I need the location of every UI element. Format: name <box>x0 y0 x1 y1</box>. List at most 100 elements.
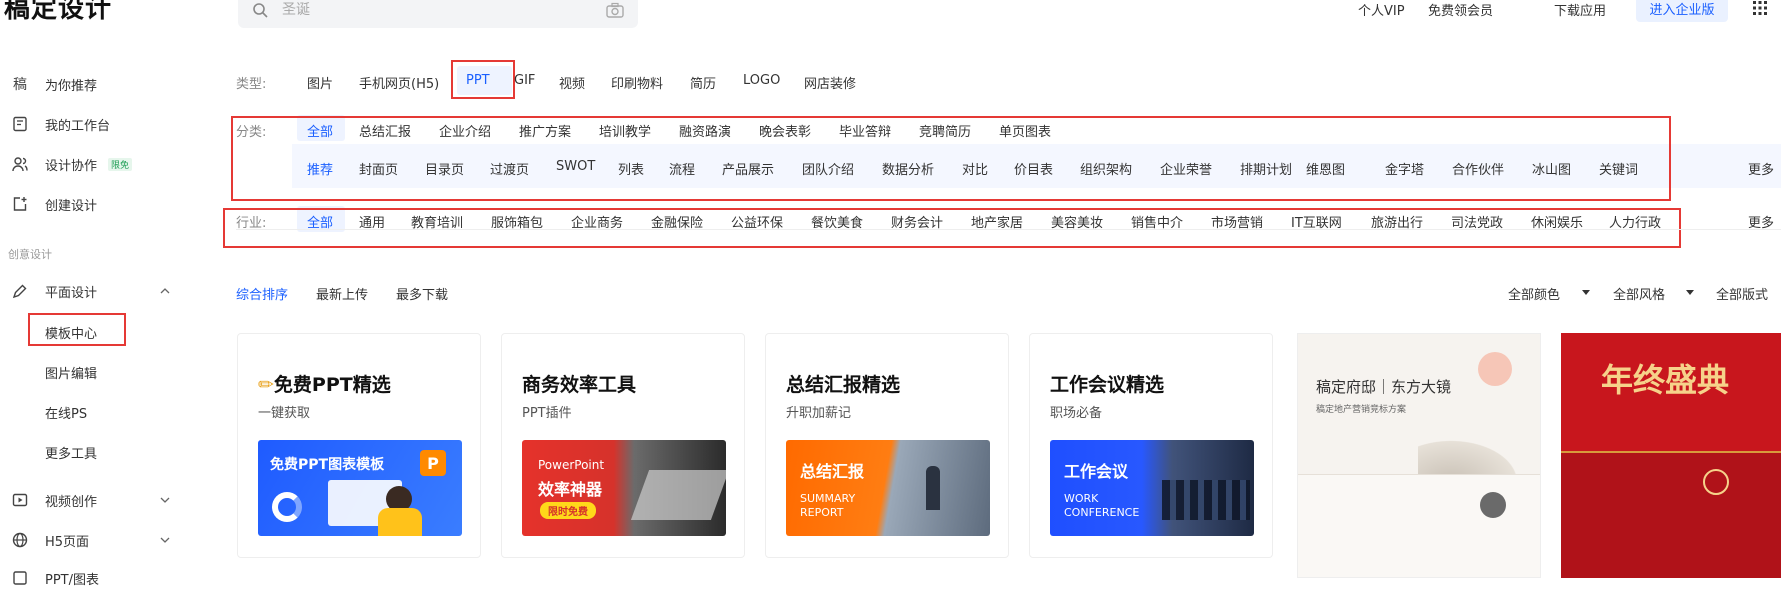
sidebar-item-workspace[interactable]: 我的工作台 <box>0 109 185 139</box>
chevron-down-icon[interactable] <box>160 535 170 545</box>
caret-down-icon <box>1582 290 1590 295</box>
category-chip[interactable]: 培训教学 <box>599 121 651 140</box>
subcategory-chip[interactable]: 封面页 <box>359 159 398 178</box>
slide-preview <box>1561 451 1781 578</box>
ppt-badge-icon: P <box>420 450 446 476</box>
apps-grid-icon[interactable] <box>1752 0 1768 16</box>
promo-card-free-ppt[interactable]: ✏免费PPT精选 一键获取 免费PPT图表模板 P <box>237 333 481 558</box>
subcategory-chip[interactable]: 价目表 <box>1014 159 1053 178</box>
free-member-link[interactable]: 免费领会员 <box>1428 0 1493 19</box>
sidebar-sub-template-center[interactable]: 模板中心 <box>45 323 97 342</box>
category-chip[interactable]: 毕业答辩 <box>839 121 891 140</box>
category-label: 分类: <box>236 125 267 140</box>
banner-text: REPORT <box>800 506 844 519</box>
donut-chart-icon <box>272 492 302 522</box>
type-chip[interactable]: 视频 <box>559 73 585 92</box>
subcategory-chip[interactable]: 过渡页 <box>490 159 529 178</box>
promo-card-summary[interactable]: 总结汇报精选 升职加薪记 总结汇报 SUMMARY REPORT <box>765 333 1009 558</box>
chevron-up-icon[interactable] <box>160 286 170 296</box>
sidebar-item-label: 设计协作 <box>45 158 98 174</box>
logo[interactable]: 稿定设计 <box>4 0 112 25</box>
sidebar-item-collab[interactable]: 设计协作 限免 <box>0 149 185 179</box>
vip-link[interactable]: 个人VIP <box>1358 0 1405 19</box>
search-input[interactable] <box>282 0 582 20</box>
category-chip[interactable]: 推广方案 <box>519 121 571 140</box>
chevron-down-icon[interactable] <box>160 495 170 505</box>
style-dropdown[interactable]: 全部风格 <box>1613 284 1665 303</box>
card-banner: 免费PPT图表模板 P <box>258 440 462 536</box>
sidebar-item-create[interactable]: 创建设计 <box>0 189 185 219</box>
subcategory-chip[interactable]: 组织架构 <box>1080 159 1132 178</box>
caret-down-icon <box>1686 290 1694 295</box>
promo-card-meeting[interactable]: 工作会议精选 职场必备 工作会议 WORK CONFERENCE <box>1029 333 1273 558</box>
sidebar-sub-image-edit[interactable]: 图片编辑 <box>45 363 97 382</box>
subcategory-chip[interactable]: 维恩图 <box>1306 159 1345 178</box>
sidebar-item-ppt[interactable]: PPT/图表 <box>0 563 185 593</box>
promo-card-business-tools[interactable]: 商务效率工具 PPT插件 PowerPoint 效率神器 限时免费 <box>501 333 745 558</box>
download-app-link[interactable]: 下载应用 <box>1554 0 1606 19</box>
type-chip[interactable]: 图片 <box>307 73 333 92</box>
sidebar-item-recommend[interactable]: 稿 为你推荐 <box>0 69 185 99</box>
workspace-icon <box>13 116 27 132</box>
type-chip-active[interactable]: PPT <box>466 73 490 88</box>
sidebar-item-label: 为你推荐 <box>45 78 98 94</box>
card-subtitle: PPT插件 <box>522 406 572 421</box>
subcategory-chip[interactable]: 团队介绍 <box>802 159 854 178</box>
category-chip[interactable]: 竞聘简历 <box>919 121 971 140</box>
free-badge: 限免 <box>108 157 133 171</box>
search-box[interactable] <box>238 0 638 28</box>
category-chip[interactable]: 企业介绍 <box>439 121 491 140</box>
template-thumb-oriental[interactable]: 稿定府邸｜东方大镜 稿定地产营销竞标方案 <box>1297 333 1541 578</box>
sidebar-item-label: 创建设计 <box>45 198 98 214</box>
type-label: 类型: <box>236 77 267 92</box>
video-icon <box>12 493 28 507</box>
globe-icon <box>12 532 28 548</box>
category-chip[interactable]: 总结汇报 <box>359 121 411 140</box>
type-chip[interactable]: 印刷物料 <box>611 73 663 92</box>
enterprise-button[interactable]: 进入企业版 <box>1636 0 1728 22</box>
sidebar-item-label: 平面设计 <box>45 285 98 301</box>
type-chip[interactable]: 网店装修 <box>804 73 856 92</box>
category-chip-active[interactable]: 全部 <box>307 121 333 140</box>
type-chip[interactable]: 简历 <box>690 73 716 92</box>
sort-most-downloaded[interactable]: 最多下载 <box>396 284 448 303</box>
subcategory-chip[interactable]: 冰山图 <box>1532 159 1571 178</box>
category-chip[interactable]: 融资路演 <box>679 121 731 140</box>
sun-graphic <box>1478 352 1512 386</box>
subcategory-chip[interactable]: 关键词 <box>1599 159 1638 178</box>
subcategory-chip[interactable]: 列表 <box>618 159 644 178</box>
subcategory-chip-active[interactable]: 推荐 <box>307 159 333 178</box>
sort-comprehensive[interactable]: 综合排序 <box>236 284 288 303</box>
pencil-icon: ✏ <box>258 374 274 396</box>
camera-icon[interactable] <box>606 2 624 18</box>
category-more-link[interactable]: 更多 <box>1748 159 1774 178</box>
type-chip[interactable]: LOGO <box>743 73 780 88</box>
sidebar-item-h5[interactable]: H5页面 <box>0 525 185 555</box>
subcategory-chip[interactable]: 排期计划 <box>1240 159 1292 178</box>
subcategory-chip[interactable]: 企业荣誉 <box>1160 159 1212 178</box>
subcategory-chip[interactable]: 对比 <box>962 159 988 178</box>
emblem-graphic <box>1480 492 1506 518</box>
subcategory-chip[interactable]: SWOT <box>556 159 595 174</box>
layout-dropdown[interactable]: 全部版式 <box>1716 284 1768 303</box>
sidebar-sub-more-tools[interactable]: 更多工具 <box>45 443 97 462</box>
subcategory-chip[interactable]: 合作伙伴 <box>1452 159 1504 178</box>
subcategory-chip[interactable]: 流程 <box>669 159 695 178</box>
subcategory-chip[interactable]: 数据分析 <box>882 159 934 178</box>
color-dropdown[interactable]: 全部颜色 <box>1508 284 1560 303</box>
category-chip[interactable]: 晚会表彰 <box>759 121 811 140</box>
sort-newest[interactable]: 最新上传 <box>316 284 368 303</box>
sidebar-item-graphic[interactable]: 平面设计 <box>0 276 185 306</box>
sidebar-item-video[interactable]: 视频创作 <box>0 485 185 515</box>
subcategory-chip[interactable]: 目录页 <box>425 159 464 178</box>
sidebar-item-label: H5页面 <box>45 534 90 550</box>
banner-text: WORK <box>1064 492 1099 505</box>
subcategory-chip[interactable]: 产品展示 <box>722 159 774 178</box>
type-chip[interactable]: 手机网页(H5) <box>359 73 439 92</box>
template-thumb-year-end[interactable]: 年终盛典 <box>1561 333 1781 578</box>
type-chip[interactable]: GIF <box>514 73 535 88</box>
category-chip[interactable]: 单页图表 <box>999 121 1051 140</box>
sidebar-sub-online-ps[interactable]: 在线PS <box>45 403 87 422</box>
banner-tag: 限时免费 <box>540 502 596 519</box>
subcategory-chip[interactable]: 金字塔 <box>1385 159 1424 178</box>
